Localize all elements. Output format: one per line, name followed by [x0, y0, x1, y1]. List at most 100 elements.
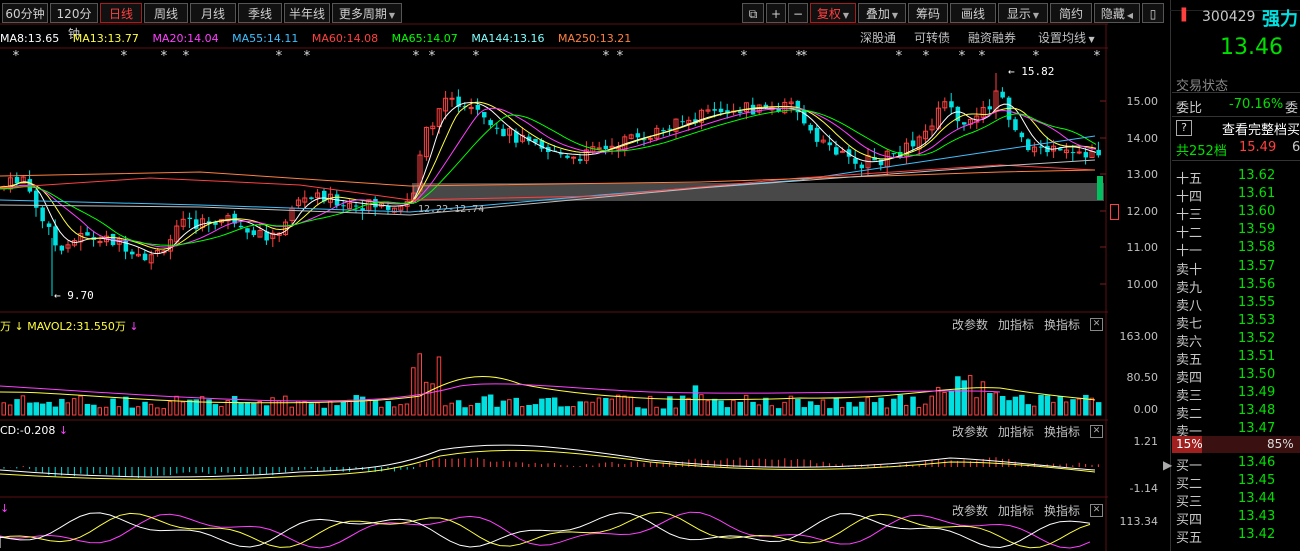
full-book-link[interactable]: 查看完整档买	[1222, 119, 1300, 138]
ask-row[interactable]: 卖八 13.55	[1176, 295, 1300, 314]
ask-level-label: 卖五	[1176, 353, 1203, 368]
collapse-panel-icon[interactable]: ▯	[1142, 3, 1164, 23]
ask-row[interactable]: 十二 13.59	[1176, 222, 1300, 241]
candle-body	[949, 101, 954, 108]
ask-row[interactable]: 卖九 13.56	[1176, 276, 1300, 296]
volume-bar	[615, 394, 621, 416]
event-marker-icon: *	[472, 49, 480, 64]
bid-row[interactable]: 买二 13.45	[1176, 473, 1300, 492]
volume-bar	[846, 402, 852, 416]
volume-bar	[1031, 405, 1037, 416]
candle-body	[839, 150, 845, 153]
current-volume-marker	[1097, 176, 1103, 200]
volume-bar	[391, 406, 397, 416]
volume-bar	[148, 403, 154, 416]
volume-bar	[1057, 396, 1063, 416]
candle-body	[853, 158, 858, 164]
ask-level-label: 十四	[1176, 190, 1203, 206]
volume-bar	[513, 397, 519, 416]
volume-bar	[1006, 400, 1012, 416]
help-icon[interactable]: ?	[1176, 120, 1192, 136]
volume-bar	[609, 398, 614, 416]
bid-row[interactable]: 买一 13.46	[1176, 455, 1300, 474]
volume-bar	[161, 408, 166, 416]
volume-bar	[910, 396, 916, 416]
ask-level-label: 十三	[1176, 208, 1203, 224]
ask-row[interactable]: 卖四 13.50	[1176, 367, 1300, 386]
range-annotation: 12.22-12.74	[418, 204, 484, 215]
volume-bar	[142, 401, 148, 416]
ask-row[interactable]: 十一 13.58	[1176, 240, 1300, 259]
volume-bar	[123, 396, 129, 416]
volume-bar	[59, 398, 65, 416]
volume-bar	[180, 401, 186, 416]
volume-bar	[731, 399, 736, 416]
volume-bar	[347, 399, 352, 416]
candle-body	[571, 156, 577, 159]
volume-bar	[219, 405, 224, 416]
ask-row[interactable]: 卖六 13.52	[1176, 331, 1300, 350]
candle-body	[987, 106, 993, 110]
volume-bar	[737, 401, 743, 416]
volume-bar	[929, 395, 934, 416]
event-marker-icon: *	[958, 49, 966, 64]
ask-price: 13.48	[1238, 403, 1276, 419]
volume-bar	[558, 406, 564, 416]
volume-bar	[724, 407, 731, 416]
volume-bar	[27, 402, 33, 416]
event-marker-icon: *	[412, 49, 420, 64]
candle-body	[309, 197, 314, 199]
candle-body	[635, 133, 641, 138]
volume-axis-label: 163.00	[1119, 330, 1159, 343]
price-marker	[1110, 204, 1119, 220]
volume-bar	[1095, 402, 1102, 416]
bid-row[interactable]: 买四 13.43	[1176, 509, 1300, 528]
bid-price: 13.45	[1238, 473, 1276, 489]
weibi-label: 委比	[1176, 101, 1203, 116]
volume-bar	[1051, 401, 1056, 416]
volume-bar	[705, 400, 710, 416]
candle-body	[712, 109, 717, 111]
bid-row[interactable]: 买三 13.44	[1176, 491, 1300, 510]
volume-bar	[974, 397, 979, 416]
ask-price: 13.56	[1238, 276, 1276, 292]
ask-price: 13.47	[1238, 421, 1276, 437]
volume-bar	[660, 408, 667, 416]
ask-row[interactable]: 卖十 13.57	[1176, 259, 1300, 278]
ask-price: 13.58	[1238, 240, 1276, 256]
ask-row[interactable]: 卖二 13.48	[1176, 403, 1300, 422]
event-marker-icon: *	[303, 49, 311, 64]
levels-price: 15.49	[1239, 140, 1277, 155]
volume-bar	[103, 406, 109, 416]
event-marker-icon: *	[978, 49, 986, 64]
ask-row[interactable]: 卖三 13.49	[1176, 385, 1300, 404]
event-marker-icon: *	[616, 49, 624, 64]
volume-bar	[948, 390, 955, 416]
event-marker-icon: *	[602, 49, 610, 64]
volume-bar	[686, 397, 691, 416]
volume-bar	[1076, 398, 1082, 416]
bid-row[interactable]: 买五 13.42	[1176, 527, 1300, 546]
candle-body	[891, 153, 897, 155]
ask-row[interactable]: 卖七 13.53	[1176, 312, 1300, 332]
volume-bar	[622, 395, 627, 416]
expand-arrow-icon[interactable]: ▶	[1163, 458, 1172, 472]
candle-body	[59, 245, 65, 251]
ask-row[interactable]: 十五 13.62	[1176, 168, 1300, 187]
ask-price: 13.53	[1238, 312, 1276, 328]
stock-name: 强力	[1262, 9, 1298, 30]
volume-bar	[673, 407, 678, 416]
candle-body	[130, 251, 135, 255]
caret-left-icon[interactable]: ❚	[1178, 6, 1190, 22]
ask-row[interactable]: 十三 13.60	[1176, 204, 1300, 224]
ask-row[interactable]: 十四 13.61	[1176, 186, 1300, 206]
volume-bar	[571, 406, 576, 416]
volume-bar	[1012, 396, 1019, 416]
candle-body	[718, 108, 724, 113]
volume-bar	[692, 385, 699, 416]
ask-row[interactable]: 卖五 13.51	[1176, 349, 1300, 368]
volume-bar	[891, 398, 897, 416]
volume-bar	[155, 407, 160, 416]
candle-body	[808, 124, 813, 131]
kline-chart[interactable]: * * * * * * * * * * * * ** * * * * * * ← 15.82 ← 9.70 12.2…	[0, 0, 1108, 551]
